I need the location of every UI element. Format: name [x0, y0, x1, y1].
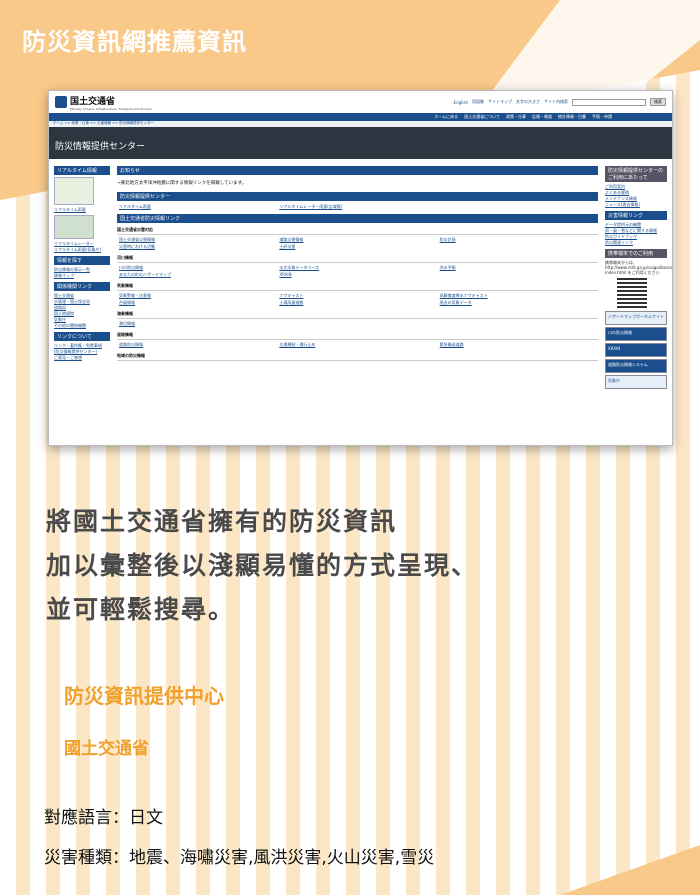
site-banner-title: 防災情報提供センター — [49, 127, 672, 159]
site-header: 国土交通省 Ministry of Land, Infrastructure, … — [49, 91, 672, 113]
center-link[interactable]: リアルタイム雨量 — [119, 204, 275, 210]
section-link[interactable]: 高解像度降水ナウキャスト — [440, 293, 596, 299]
mobile-header: 携帯端末でのご利用 — [605, 249, 667, 258]
description: 將國土交通省擁有的防災資訊 加以彙整後以淺顯易懂的方式呈現、 並可輕鬆搜尋。 — [46, 500, 478, 632]
info-link[interactable]: 情報マップ — [54, 273, 110, 279]
info-header: 情報を探す — [54, 256, 110, 265]
xrain-banner[interactable]: XRAIN — [605, 343, 667, 357]
about-header: リンクについて — [54, 332, 110, 341]
site-logo[interactable]: 国土交通省 Ministry of Land, Infrastructure, … — [55, 94, 152, 111]
disaster-link[interactable]: 防災関連リンク — [605, 240, 667, 246]
qr-code-icon — [617, 278, 647, 308]
logo-name: 国土交通省 — [70, 96, 116, 107]
section-link[interactable]: ナウキャスト — [279, 293, 435, 299]
site-body: リアルタイム情報 リアルタイム雨量 リアルタイムレーダー リアルタイム雨量(気象… — [49, 159, 672, 395]
section-link[interactable]: 水文水質データベース — [279, 265, 435, 271]
section-link[interactable]: 潮位情報 — [119, 321, 275, 327]
nav-press[interactable]: 広報・報道 — [532, 114, 552, 120]
section-title: 道路情報 — [117, 331, 598, 340]
section-link[interactable]: 川の防災情報 — [119, 265, 275, 271]
nav-home[interactable]: ホームに戻る — [434, 114, 458, 120]
section-title: 国土交通省災害対応 — [117, 226, 598, 235]
util-glossary[interactable]: 用語集 — [472, 99, 484, 105]
disaster-types: 災害種類：地震、海嘯災害,風洪災害,火山災害,雪災 — [44, 848, 435, 868]
description-line: 將國土交通省擁有的防災資訊 — [46, 507, 398, 536]
section-links: 潮位情報 — [117, 320, 598, 328]
site-search-input[interactable] — [572, 98, 646, 106]
hazard-map-banner[interactable]: ハザードマップポータルサイト — [605, 311, 667, 325]
mlit-links-header: 国土交通省防災情報リンク — [117, 214, 598, 223]
website-screenshot: 国土交通省 Ministry of Land, Infrastructure, … — [48, 90, 673, 446]
description-line: 加以彙整後以淺顯易懂的方式呈現、 — [46, 551, 479, 580]
logo-en: Ministry of Land, Infrastructure, Transp… — [70, 106, 152, 111]
about-link[interactable]: ご意見・ご感想 — [54, 355, 110, 361]
description-line: 並可輕鬆搜尋。 — [46, 595, 236, 624]
main-content: お知らせ →東北地方太平洋沖地震に関する情報リンクを掲載しています。 防災情報提… — [113, 163, 602, 391]
mlit-logo-icon — [55, 96, 67, 108]
nav-procedures[interactable]: 手続・申請 — [592, 114, 612, 120]
japan-map-thumbnail[interactable] — [54, 177, 94, 205]
section-link[interactable]: 緊急輸送道路 — [440, 342, 596, 348]
section-title: 河川情報 — [117, 254, 598, 263]
section-links: 国土交通省災害情報 道路災害情報 防災計画 災害時における活動 土砂災害 — [117, 236, 598, 251]
section-title: 地域の防災情報 — [117, 352, 598, 361]
road-disaster-banner[interactable]: 道路防災情報システム — [605, 359, 667, 373]
section-link[interactable]: 洪水予報 — [440, 265, 596, 271]
section-link[interactable]: XRAIN — [279, 272, 435, 278]
mobile-text: 携帯端末からは、http://www.mlit.go.jp/saigai/bos… — [605, 260, 673, 275]
util-text-size[interactable]: 文字の大きさ — [516, 99, 540, 105]
jma-banner[interactable]: 気象庁 — [605, 375, 667, 389]
section-link[interactable]: 過去の気象データ — [440, 300, 596, 306]
realtime-header: リアルタイム情報 — [54, 166, 110, 175]
disaster-header: 災害情報リンク — [605, 211, 667, 220]
center-header: 防災情報提供センター — [117, 192, 598, 201]
section-title: 海象情報 — [117, 310, 598, 319]
section-link[interactable]: 防災計画 — [440, 237, 596, 243]
related-link[interactable]: その他の関係機関 — [54, 323, 110, 329]
left-sidebar: リアルタイム情報 リアルタイム雨量 リアルタイムレーダー リアルタイム雨量(気象… — [51, 163, 113, 391]
section-link[interactable]: 土壌雨量指数 — [279, 300, 435, 306]
nav-policy[interactable]: 政策・仕事 — [506, 114, 526, 120]
global-nav: ホームに戻る 国土交通省について 政策・仕事 広報・報道 統計情報・白書 手続・… — [49, 113, 672, 121]
organization-name: 防災資訊提供中心 — [64, 684, 224, 708]
river-info-banner[interactable]: 川の防災情報 — [605, 327, 667, 341]
section-link[interactable]: 道路災害情報 — [279, 237, 435, 243]
util-site-search[interactable]: サイト内検索 — [544, 99, 568, 105]
use-header: 防災情報提供センターのご利用にあたって — [605, 166, 667, 182]
section-link[interactable]: 台風情報 — [119, 300, 275, 306]
section-link[interactable]: 土砂災害 — [279, 244, 435, 250]
page-title: 防災資訊網推薦資訊 — [22, 28, 247, 56]
utility-links: English 用語集 サイトマップ 文字の大きさ サイト内検索 検索 — [454, 98, 666, 106]
notice-text[interactable]: →東北地方太平洋沖地震に関する情報リンクを掲載しています。 — [117, 177, 598, 189]
realtime-link[interactable]: リアルタイム雨量(気象庁) — [54, 247, 110, 253]
nav-statistics[interactable]: 統計情報・白書 — [558, 114, 586, 120]
section-links: 道路防災情報 交通規制・通行止め 緊急輸送道路 — [117, 341, 598, 349]
use-link[interactable]: ニュース(過去情報) — [605, 202, 667, 208]
related-header: 関係機関リンク — [54, 282, 110, 291]
section-links: 気象警報・注意報 ナウキャスト 高解像度降水ナウキャスト 台風情報 土壌雨量指数… — [117, 292, 598, 307]
ministry-name: 國土交通省 — [64, 739, 149, 759]
nav-about[interactable]: 国土交通省について — [464, 114, 500, 120]
right-sidebar: 防災情報提供センターのご利用にあたって ご利用案内 よくある質問 メンテナンス情… — [602, 163, 673, 391]
section-link[interactable]: 交通規制・通行止め — [279, 342, 435, 348]
section-link[interactable]: あなたの町のハザードマップ — [119, 272, 275, 278]
section-link[interactable]: 気象警報・注意報 — [119, 293, 275, 299]
util-sitemap[interactable]: サイトマップ — [488, 99, 512, 105]
section-title: 気象情報 — [117, 282, 598, 291]
section-links: 川の防災情報 水文水質データベース 洪水予報 あなたの町のハザードマップ XRA… — [117, 264, 598, 279]
radar-thumbnail[interactable] — [54, 215, 94, 239]
util-english[interactable]: English — [454, 100, 468, 105]
site-search-button[interactable]: 検索 — [650, 98, 666, 106]
section-link[interactable]: 道路防災情報 — [119, 342, 275, 348]
section-link[interactable]: 災害時における活動 — [119, 244, 275, 250]
language-info: 對應語言：日文 — [44, 808, 163, 828]
notice-header: お知らせ — [117, 166, 598, 175]
center-link[interactable]: リアルタイムレーダー雨量(広域版) — [279, 204, 435, 210]
center-links: リアルタイム雨量 リアルタイムレーダー雨量(広域版) — [117, 203, 598, 211]
section-link[interactable]: 国土交通省災害情報 — [119, 237, 275, 243]
realtime-link[interactable]: リアルタイム雨量 — [54, 207, 110, 213]
